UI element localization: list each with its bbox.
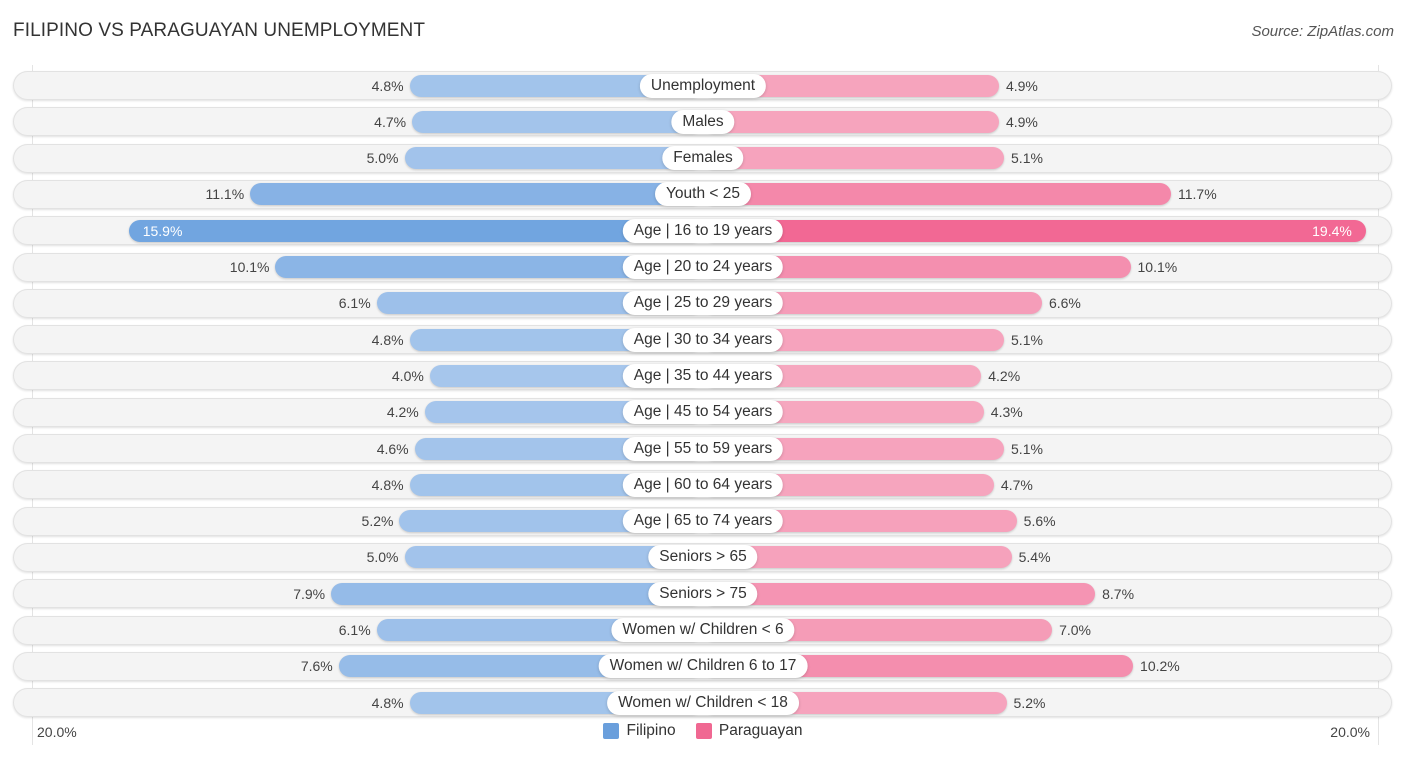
bar-filipino[interactable]: [250, 183, 703, 206]
category-label: Seniors > 75: [648, 581, 758, 606]
value-label-filipino: 4.8%: [371, 331, 404, 348]
value-label-paraguayan: 4.2%: [988, 367, 1021, 384]
value-label-paraguayan: 10.1%: [1137, 259, 1178, 275]
value-label-paraguayan: 4.9%: [1005, 113, 1038, 130]
value-label-filipino: 4.8%: [371, 476, 404, 493]
value-label-paraguayan: 6.6%: [1048, 295, 1081, 312]
value-label-filipino: 10.1%: [229, 259, 270, 275]
value-label-filipino: 4.6%: [376, 440, 409, 457]
value-label-filipino: 15.9%: [142, 222, 183, 239]
legend-label-paraguayan: Paraguayan: [718, 722, 803, 739]
bar-paraguayan[interactable]: [703, 147, 1005, 170]
value-label-paraguayan: 10.2%: [1140, 658, 1180, 675]
bar-filipino[interactable]: [412, 110, 703, 133]
value-label-filipino: 4.8%: [371, 77, 404, 94]
category-label: Women w/ Children < 18: [607, 690, 799, 715]
value-label-paraguayan: 8.7%: [1102, 585, 1135, 602]
bar-paraguayan[interactable]: [703, 110, 999, 133]
value-label-paraguayan: 5.1%: [1011, 150, 1043, 167]
category-label: Unemployment: [639, 73, 767, 98]
value-label-paraguayan: 4.3%: [990, 404, 1023, 421]
category-label: Males: [671, 109, 735, 134]
value-label-filipino: 11.1%: [205, 186, 245, 203]
value-label-paraguayan: 4.9%: [1005, 77, 1038, 94]
chart-title: FILIPINO VS PARAGUAYAN UNEMPLOYMENT: [13, 20, 426, 41]
value-label-filipino: 7.6%: [300, 658, 333, 675]
bar-filipino[interactable]: [331, 582, 703, 605]
category-label: Women w/ Children < 6: [611, 618, 795, 642]
value-label-filipino: 6.1%: [338, 295, 371, 312]
legend-item-filipino[interactable]: Filipino: [603, 722, 676, 740]
legend-item-paraguayan[interactable]: Paraguayan: [695, 722, 803, 740]
category-label: Age | 30 to 34 years: [622, 327, 784, 352]
value-label-paraguayan: 5.6%: [1023, 513, 1056, 530]
value-label-filipino: 4.0%: [391, 367, 424, 384]
bar-paraguayan[interactable]: [703, 219, 1366, 242]
category-label: Youth < 25: [655, 182, 751, 207]
category-label: Age | 25 to 29 years: [622, 291, 784, 316]
value-label-paraguayan: 7.0%: [1059, 622, 1092, 638]
category-label: Age | 65 to 74 years: [622, 509, 784, 534]
value-label-filipino: 4.7%: [374, 113, 407, 130]
value-label-filipino: 5.0%: [366, 549, 399, 566]
category-label: Age | 55 to 59 years: [622, 436, 784, 461]
value-label-filipino: 6.1%: [338, 622, 371, 638]
legend-swatch-filipino: [603, 723, 620, 739]
value-label-paraguayan: 5.1%: [1011, 440, 1043, 457]
value-label-paraguayan: 11.7%: [1178, 186, 1217, 203]
value-label-paraguayan: 5.1%: [1011, 331, 1043, 348]
value-label-filipino: 5.0%: [366, 150, 399, 167]
category-label: Seniors > 65: [648, 545, 758, 570]
value-label-filipino: 4.8%: [371, 694, 404, 711]
bar-filipino[interactable]: [128, 219, 703, 242]
legend-swatch-paraguayan: [695, 723, 712, 739]
bar-filipino[interactable]: [404, 147, 703, 170]
category-label: Age | 16 to 19 years: [622, 218, 784, 243]
bar-paraguayan[interactable]: [703, 582, 1096, 605]
value-label-paraguayan: 5.4%: [1018, 549, 1051, 566]
value-label-filipino: 4.2%: [386, 404, 419, 421]
value-label-filipino: 7.9%: [293, 585, 326, 602]
bar-paraguayan[interactable]: [703, 183, 1171, 206]
source-label: Source: ZipAtlas.com: [1251, 23, 1394, 40]
category-label: Age | 60 to 64 years: [622, 472, 784, 497]
category-label: Age | 45 to 54 years: [622, 400, 784, 425]
value-label-paraguayan: 5.2%: [1013, 694, 1046, 711]
category-label: Age | 20 to 24 years: [622, 255, 784, 279]
value-label-paraguayan: 19.4%: [1312, 222, 1352, 239]
value-label-filipino: 5.2%: [361, 513, 394, 530]
category-label: Women w/ Children 6 to 17: [598, 654, 808, 679]
legend-label-filipino: Filipino: [626, 722, 676, 739]
category-label: Females: [662, 146, 744, 171]
category-label: Age | 35 to 44 years: [622, 363, 784, 388]
value-label-paraguayan: 4.7%: [1000, 476, 1033, 493]
legend: Filipino Paraguayan: [0, 722, 1406, 744]
